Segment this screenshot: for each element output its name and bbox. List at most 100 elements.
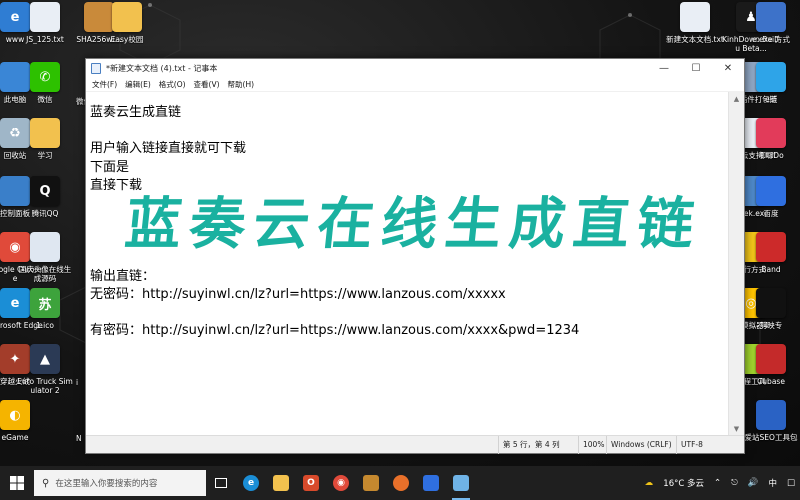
task-view-button[interactable] — [206, 466, 236, 500]
text-file-icon — [30, 2, 60, 32]
taskbar-office[interactable]: O — [296, 466, 326, 500]
taskbar-app-2[interactable] — [416, 466, 446, 500]
menu-bar: 文件(F) 编辑(E) 格式(O) 查看(V) 帮助(H) — [86, 77, 744, 92]
app-icon — [756, 118, 786, 148]
desktop-icon[interactable]: Q 腾讯QQ — [16, 176, 74, 238]
taskbar-search-box[interactable]: ⚲ 在这里输入你要搜索的内容 — [34, 470, 206, 496]
desktop-icon[interactable]: Cubase — [742, 344, 800, 406]
desktop-icon[interactable]: 学习 — [16, 118, 74, 180]
scroll-up-icon[interactable]: ▲ — [729, 92, 744, 106]
desktop-icon[interactable]: e链 — [742, 62, 800, 124]
desktop-icon[interactable]: Band — [742, 232, 800, 294]
app-icon — [756, 176, 786, 206]
app-icon — [756, 400, 786, 430]
network-icon[interactable]: ⎋ — [726, 478, 743, 488]
desktop-icon-label: 国庆头像在线生成源码 — [18, 265, 72, 283]
desktop-icon-label: 爱站SEO工具包 — [744, 433, 798, 442]
chevron-up-icon[interactable]: ⌃ — [709, 478, 726, 488]
office-icon: O — [303, 475, 319, 491]
desktop-icon-label: Euro Truck Simulator 2 — [17, 377, 73, 395]
volume-icon[interactable]: 🔊 — [743, 478, 764, 488]
desktop-icon[interactable]: 百度 — [742, 176, 800, 238]
desktop-icon[interactable]: ✆ 微信 — [16, 62, 74, 124]
desktop-icon[interactable]: e.exe 方式 — [742, 2, 800, 64]
desktop-icon[interactable]: ▲ Euro Truck Simulator 2 — [16, 344, 74, 406]
desktop-icon-label: 百度 — [763, 209, 779, 218]
window-title: *新建文本文档 (4).txt - 记事本 — [106, 63, 218, 73]
image-icon: 苏 — [30, 288, 60, 318]
desktop-icon[interactable]: 国庆头像在线生成源码 — [16, 232, 74, 294]
system-tray: ☁ 16°C 多云 ⌃ ⎋ 🔊 中 □ — [640, 466, 800, 500]
text-line: 直接下载 — [90, 177, 143, 193]
desktop-icon-label: Cubase — [757, 377, 785, 386]
app-icon — [756, 344, 786, 374]
taskbar-explorer[interactable] — [266, 466, 296, 500]
desktop-icon-label-partial: N — [76, 434, 82, 443]
desktop-icon[interactable]: 爱站SEO工具包 — [742, 400, 800, 462]
taskbar-chrome[interactable]: ◉ — [326, 466, 356, 500]
zoom-level: 100% — [578, 435, 606, 454]
desktop-icon-label: 剪映专 — [759, 321, 783, 330]
menu-file[interactable]: 文件(F) — [88, 79, 121, 90]
taskbar-edge[interactable]: e — [236, 466, 266, 500]
close-button[interactable]: ✕ — [712, 59, 744, 77]
menu-format[interactable]: 格式(O) — [155, 79, 190, 90]
weather-text[interactable]: 16°C 多云 — [658, 477, 709, 489]
taskbar-notepad[interactable] — [446, 466, 476, 500]
scroll-down-icon[interactable]: ▼ — [729, 422, 744, 436]
desktop-icon[interactable]: JS_125.txt — [16, 2, 74, 64]
document-icon — [30, 232, 60, 262]
chrome-icon: ◉ — [333, 475, 349, 491]
ime-indicator[interactable]: 中 — [763, 477, 782, 489]
text-editor[interactable]: 蓝奏云生成直链 用户输入链接直接就可下载 下面是 直接下载 输出直链： 无密码：http:… — [86, 92, 729, 436]
wechat-icon: ✆ — [30, 62, 60, 92]
desktop-icon[interactable]: Easy校园 — [98, 2, 156, 64]
app-icon — [423, 475, 439, 491]
text-line: 蓝奏云生成直链 — [90, 105, 182, 120]
minimize-button[interactable]: — — [648, 59, 680, 77]
notification-icon[interactable]: □ — [782, 478, 800, 488]
app-icon — [756, 62, 786, 92]
taskbar-firefox[interactable] — [386, 466, 416, 500]
desktop-icon-label: 1.ico — [36, 321, 54, 330]
start-button[interactable] — [0, 466, 34, 500]
encoding: UTF-8 — [676, 435, 742, 454]
notepad-icon — [91, 62, 101, 74]
desktop-icon-label: 唧唧Do — [758, 151, 784, 160]
title-bar[interactable]: *新建文本文档 (4).txt - 记事本 — ☐ ✕ — [86, 59, 744, 77]
desktop-icon[interactable]: ◐ eGame — [0, 400, 44, 462]
maximize-button[interactable]: ☐ — [680, 59, 712, 77]
cursor-position: 第 5 行，第 4 列 — [498, 435, 578, 454]
menu-edit[interactable]: 编辑(E) — [121, 79, 155, 90]
desktop-icon-label-partial: i — [76, 378, 79, 387]
text-line: 输出直链： — [90, 268, 156, 284]
windows-icon — [10, 476, 24, 490]
search-placeholder: 在这里输入你要搜索的内容 — [55, 479, 158, 489]
menu-view[interactable]: 查看(V) — [190, 79, 224, 90]
truck-icon: ▲ — [30, 344, 60, 374]
desktop-icon-label: 新建文本文档.txt — [666, 35, 724, 44]
text-line — [90, 213, 729, 231]
desktop-icon-label: Band — [761, 265, 781, 274]
task-view-icon — [215, 478, 227, 488]
desktop-icon[interactable]: 剪映专 — [742, 288, 800, 350]
desktop-icon-label: 腾讯QQ — [31, 209, 59, 218]
text-file-icon — [680, 2, 710, 32]
folder-icon — [30, 118, 60, 148]
vertical-scrollbar[interactable]: ▲ ▼ — [728, 92, 744, 436]
desktop-icon[interactable]: 新建文本文档.txt — [666, 2, 724, 64]
taskbar-app-1[interactable] — [356, 466, 386, 500]
taskbar: ⚲ 在这里输入你要搜索的内容 e O ◉ ☁ 16°C 多云 ⌃ ⎋ 🔊 中 □ — [0, 466, 800, 500]
edge-icon: e — [243, 475, 259, 491]
desktop-icon-label: eGame — [1, 433, 29, 442]
text-line: 下面是 — [90, 159, 130, 175]
status-bar: 第 5 行，第 4 列 100% Windows (CRLF) UTF-8 — [86, 435, 744, 454]
app-icon — [363, 475, 379, 491]
qq-icon: Q — [30, 176, 60, 206]
notepad-window[interactable]: *新建文本文档 (4).txt - 记事本 — ☐ ✕ 文件(F) 编辑(E) … — [85, 58, 745, 454]
weather-icon[interactable]: ☁ — [640, 478, 659, 488]
text-line — [90, 250, 729, 268]
desktop-icon[interactable]: 苏 1.ico — [16, 288, 74, 350]
menu-help[interactable]: 帮助(H) — [224, 79, 259, 90]
desktop-icon[interactable]: 唧唧Do — [742, 118, 800, 180]
